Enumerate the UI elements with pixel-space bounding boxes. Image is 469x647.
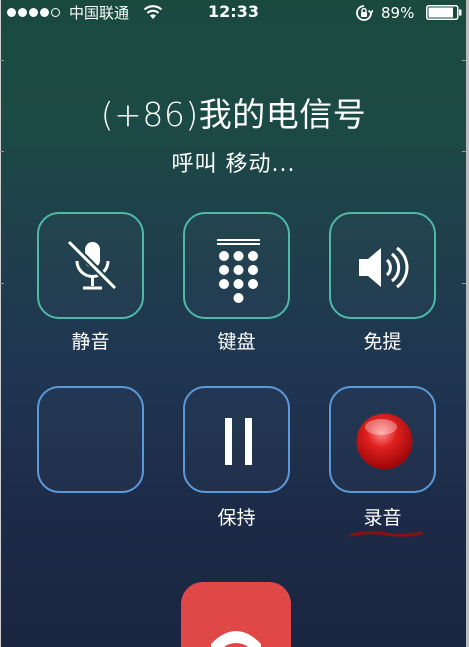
speaker-icon — [359, 246, 409, 289]
mute-label: 静音 — [71, 331, 110, 353]
record-button[interactable] — [329, 386, 436, 493]
hold-label: 保持 — [217, 507, 256, 529]
wifi-icon — [143, 5, 163, 19]
battery-icon — [426, 5, 462, 20]
edge-tick — [462, 283, 466, 284]
record-icon — [356, 413, 413, 470]
edge-tick — [0, 151, 4, 152]
blank-button — [37, 386, 144, 493]
end-call-button[interactable] — [181, 582, 291, 647]
carrier-name: 中国联通 — [69, 4, 130, 22]
orientation-lock-icon — [356, 5, 373, 21]
status-bar: 中国联通 12:33 89% — [1, 0, 466, 26]
edge-tick — [0, 60, 4, 61]
mute-button[interactable] — [37, 212, 144, 319]
hold-button[interactable] — [183, 386, 290, 493]
edge-tick — [0, 283, 4, 284]
phone-hangup-icon — [211, 631, 261, 647]
signal-strength-icon — [7, 8, 62, 17]
speaker-label: 免提 — [363, 331, 402, 353]
keypad-label: 键盘 — [217, 331, 256, 353]
mic-muted-icon — [66, 239, 118, 291]
battery-percent: 89% — [381, 4, 415, 22]
record-label: 录音 — [363, 507, 402, 529]
pause-icon — [225, 418, 252, 465]
edge-tick — [462, 60, 466, 61]
annotation-underline — [349, 531, 423, 537]
speaker-button[interactable] — [329, 212, 436, 319]
edge-tick — [462, 151, 466, 152]
keypad-icon — [217, 239, 260, 303]
call-status: 呼叫 移动... — [171, 152, 296, 177]
keypad-button[interactable] — [183, 212, 290, 319]
phone-call-screen: 中国联通 12:33 89% (+86)我的电信号 呼叫 移动... 静音 键盘… — [0, 0, 469, 647]
caller-name: (+86)我的电信号 — [100, 95, 367, 134]
